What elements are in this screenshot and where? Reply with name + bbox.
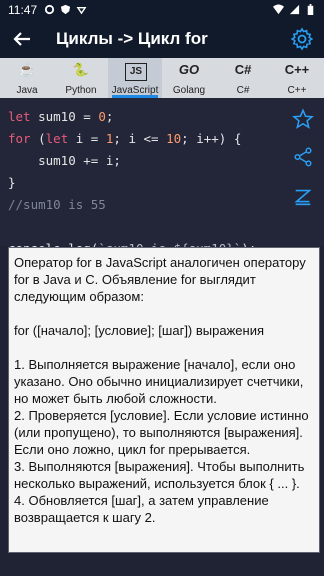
tab-cpp[interactable]: C++ C++ <box>270 58 324 98</box>
golang-icon: GO <box>178 62 200 77</box>
description-step: 1. Выполняется выражение [начало], если … <box>14 357 304 406</box>
status-time: 11:47 <box>8 3 38 17</box>
app-bar: Циклы -> Цикл for <box>0 20 324 58</box>
tab-javascript[interactable]: JS JavaScript <box>108 58 162 98</box>
code-token: ( <box>30 131 46 146</box>
description-steps: 1. Выполняется выражение [начало], если … <box>14 356 312 526</box>
settings-notification-icon <box>44 4 55 15</box>
code-token: for <box>8 131 31 146</box>
code-token: 0 <box>98 109 106 124</box>
shield-icon <box>60 4 71 15</box>
tab-label: Java <box>16 85 38 96</box>
csharp-icon: C# <box>234 62 252 77</box>
status-bar: 11:47 <box>0 0 324 20</box>
signal-icon <box>289 4 300 15</box>
share-icon[interactable] <box>292 146 314 168</box>
javascript-icon: JS <box>125 63 147 81</box>
tab-label: Golang <box>172 85 206 96</box>
description-step: 2. Проверяется [условие]. Если условие и… <box>14 408 309 457</box>
code-token: 10 <box>166 131 182 146</box>
back-arrow-icon[interactable] <box>10 27 34 51</box>
tab-java[interactable]: ☕ Java <box>0 58 54 98</box>
code-token: ; <box>105 109 114 124</box>
code-line: } <box>8 175 16 190</box>
star-outline-icon[interactable] <box>292 108 314 130</box>
code-editor[interactable]: let sum10 = 0; for (let i = 1; i <= 10; … <box>0 98 324 256</box>
wrap-text-icon[interactable] <box>292 186 314 208</box>
page-title: Циклы -> Цикл for <box>56 29 208 48</box>
description-intro: Оператор for в JavaScript аналогичен опе… <box>14 255 306 304</box>
code-token: let <box>45 131 69 146</box>
tab-label: C# <box>236 85 250 96</box>
java-icon: ☕ <box>18 62 36 77</box>
code-token: sum10 = <box>30 109 99 124</box>
tab-label: Python <box>65 85 97 96</box>
code-token: i = <box>68 131 106 146</box>
tab-python[interactable]: 🐍 Python <box>54 58 108 98</box>
code-token: ; i++) { <box>181 131 242 146</box>
download-icon <box>76 6 87 15</box>
code-line: sum10 += i; <box>8 153 121 168</box>
tab-csharp[interactable]: C# C# <box>216 58 270 98</box>
code-comment: //sum10 is 55 <box>8 197 106 212</box>
python-icon: 🐍 <box>72 62 90 77</box>
wifi-icon <box>273 4 284 15</box>
description-step: 3. Выполняются [выражения]. Чтобы выполн… <box>14 459 305 491</box>
description-panel: Оператор for в JavaScript аналогичен опе… <box>8 247 320 553</box>
description-step: 4. Обновляется [шаг], а затем управление… <box>14 493 269 525</box>
cpp-icon: C++ <box>284 62 310 77</box>
battery-icon <box>307 4 314 15</box>
language-tabs: ☕ Java 🐍 Python JS JavaScript GO Golang … <box>0 58 324 98</box>
tab-label: JavaScript <box>111 85 159 96</box>
code-token: let <box>8 109 31 124</box>
description-syntax: for ([начало]; [условие]; [шаг]) выражен… <box>14 323 264 338</box>
tab-label: C++ <box>287 85 307 96</box>
gear-icon[interactable] <box>290 27 314 51</box>
code-token: ; i <= <box>113 131 167 146</box>
code-block: let sum10 = 0; for (let i = 1; i <= 10; … <box>8 106 256 260</box>
tab-golang[interactable]: GO Golang <box>162 58 216 98</box>
